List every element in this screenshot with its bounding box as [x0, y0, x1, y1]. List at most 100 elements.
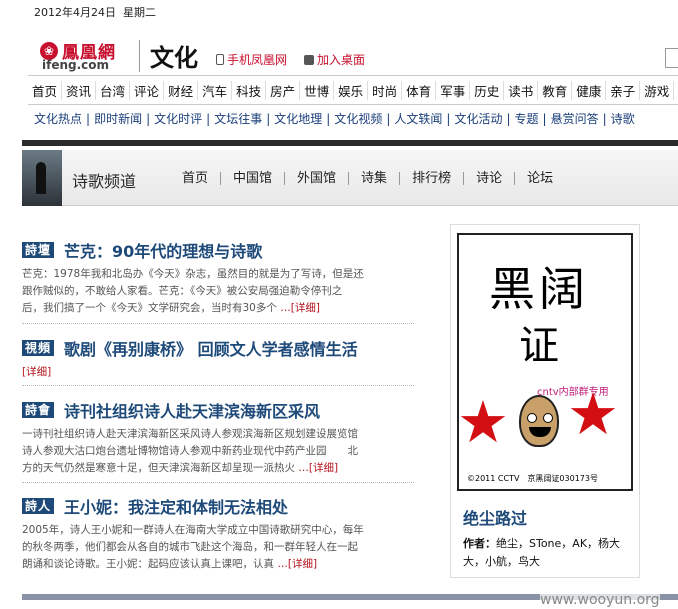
more-link[interactable]: [详细]: [22, 366, 51, 378]
article-divider: [22, 482, 414, 483]
article-divider: [22, 385, 414, 386]
logo-divider: [139, 40, 140, 72]
main-nav-item[interactable]: 时尚: [368, 80, 403, 100]
cartoon-face-icon: [519, 395, 559, 447]
article-title-link[interactable]: 歌剧《再别康桥》 回顾文人学者感情生活: [64, 336, 358, 360]
main-nav-item[interactable]: 评论: [130, 80, 165, 100]
article-item: 詩人 王小妮：我注定和体制无法相处 2005年，诗人王小妮和一群诗人在海南大学成…: [22, 494, 414, 573]
nav-separator: |: [146, 111, 151, 126]
article-tag: 詩壇: [22, 242, 55, 258]
main-nav-item[interactable]: 教育: [538, 80, 573, 100]
article-summary: 一诗刊社组织诗人赴天津滨海新区采风诗人参观滨海新区规划建设展览馆 诗人参观大沽口…: [22, 428, 358, 474]
article-tag: 詩會: [22, 402, 55, 418]
poetry-nav-item[interactable]: 排行榜: [400, 172, 465, 185]
sub-nav-item[interactable]: 文化热点: [34, 110, 82, 127]
article-summary: 2005年，诗人王小妮和一群诗人在海南大学成立中国诗歌研究中心，每年 的秋冬两季…: [22, 524, 364, 570]
red-star-icon: ★: [457, 388, 509, 456]
feature-poster-image[interactable]: 黑阔 证 cntv内部群专用 ★ ★ ©2011 CCTV 京黑阔证030173…: [457, 233, 633, 491]
sub-nav-item[interactable]: 文化地理: [274, 110, 322, 127]
poetry-banner-image: [22, 150, 62, 206]
article-title-link[interactable]: 诗刊社组织诗人赴天津滨海新区采风: [64, 398, 320, 422]
article-tag: 視頻: [22, 340, 55, 356]
poetry-nav-item[interactable]: 外国馆: [285, 172, 350, 185]
main-nav: 首页资讯台湾评论财经汽车科技房产世博娱乐时尚体育军事历史读书教育健康亲子游戏城市: [28, 75, 678, 105]
date-display: 2012年4月24日 星期二: [34, 4, 156, 20]
sub-nav-item[interactable]: 悬赏问答: [551, 110, 599, 127]
sub-nav-item[interactable]: 人文轶闻: [394, 110, 442, 127]
section-bar: [22, 140, 678, 146]
main-nav-item[interactable]: 世博: [300, 80, 335, 100]
sub-nav-item[interactable]: 文化时评: [154, 110, 202, 127]
poetry-nav-item[interactable]: 论坛: [515, 172, 565, 185]
poetry-nav-item[interactable]: 诗集: [349, 172, 401, 185]
main-nav-item[interactable]: 汽车: [198, 80, 233, 100]
logo-domain: ifeng.com: [42, 58, 110, 72]
nav-separator: |: [446, 111, 451, 126]
red-star-icon: ★: [567, 380, 619, 448]
nav-separator: |: [506, 111, 511, 126]
sub-nav-item[interactable]: 诗歌: [611, 110, 635, 127]
nav-separator: |: [86, 111, 91, 126]
nav-separator: |: [542, 111, 547, 126]
main-nav-item[interactable]: 台湾: [96, 80, 131, 100]
desktop-link-label: 加入桌面: [317, 53, 366, 67]
mobile-link-label: 手机凤凰网: [227, 53, 288, 67]
main-nav-item[interactable]: 财经: [164, 80, 199, 100]
more-link[interactable]: …[详细]: [280, 302, 320, 314]
main-nav-item[interactable]: 读书: [504, 80, 539, 100]
main-nav-item[interactable]: 健康: [572, 80, 607, 100]
desktop-link[interactable]: 加入桌面: [304, 51, 365, 68]
main-nav-item[interactable]: 体育: [402, 80, 437, 100]
main-nav-item[interactable]: 首页: [28, 80, 63, 100]
sub-nav-item[interactable]: 文坛往事: [214, 110, 262, 127]
sub-nav-item[interactable]: 专题: [515, 110, 539, 127]
article-summary: [详细]: [22, 364, 414, 381]
article-item: 視頻 歌剧《再别康桥》 回顾文人学者感情生活 [详细]: [22, 336, 414, 381]
mobile-phone-icon: [216, 54, 224, 65]
main-nav-item[interactable]: 娱乐: [334, 80, 369, 100]
poetry-nav-item[interactable]: 中国馆: [221, 172, 286, 185]
article-item: 詩會 诗刊社组织诗人赴天津滨海新区采风 一诗刊社组织诗人赴天津滨海新区采风诗人参…: [22, 398, 414, 477]
channel-title[interactable]: 文化: [150, 38, 198, 73]
sub-nav-item[interactable]: 即时新闻: [94, 110, 142, 127]
article-title-link[interactable]: 芒克：90年代的理想与诗歌: [64, 238, 262, 262]
poetry-nav-item[interactable]: 诗论: [464, 172, 516, 185]
poster-big-text: 黑阔: [489, 262, 589, 316]
ifeng-logo[interactable]: ❀ 鳳凰網 ifeng.com: [40, 38, 116, 72]
feature-title-link[interactable]: 绝尘路过: [463, 505, 527, 529]
sub-nav: 文化热点 | 即时新闻 | 文化时评 | 文坛往事 | 文化地理 | 文化视频 | 人文轶闻 | 文化活动 |…: [34, 110, 635, 127]
article-item: 詩壇 芒克：90年代的理想与诗歌 芒克：1978年我和北岛办《今天》杂志，虽然目…: [22, 238, 414, 317]
nav-separator: |: [206, 111, 211, 126]
mobile-link[interactable]: 手机凤凰网: [216, 51, 287, 68]
weekday-text: 星期二: [123, 6, 156, 19]
nav-separator: |: [386, 111, 391, 126]
main-nav-item[interactable]: 房产: [266, 80, 301, 100]
poster-mid-text: 证: [519, 323, 559, 369]
feature-authors: 作者：绝尘，STone，AK，杨大大，小航，鸟大: [463, 535, 635, 571]
main-nav-item[interactable]: 历史: [470, 80, 505, 100]
poetry-nav-item[interactable]: 首页: [182, 172, 222, 185]
more-link[interactable]: …[详细]: [298, 462, 338, 474]
nav-separator: |: [266, 111, 271, 126]
watermark-text: www.wooyun.org: [540, 592, 660, 608]
article-summary: 芒克：1978年我和北岛办《今天》杂志，虽然目的就是为了写诗，但是还 跟作贼似的…: [22, 268, 364, 314]
desktop-icon: [304, 54, 314, 65]
main-nav-item[interactable]: 资讯: [62, 80, 97, 100]
poetry-nav: 首页 中国馆 外国馆 诗集 排行榜 诗论 论坛: [182, 172, 565, 185]
authors-label: 作者：: [463, 537, 496, 550]
nav-separator: |: [326, 111, 331, 126]
article-divider: [22, 323, 414, 324]
main-nav-item[interactable]: 城市: [674, 81, 678, 100]
sidebar-feature: 黑阔 证 cntv内部群专用 ★ ★ ©2011 CCTV 京黑阔证030173…: [450, 224, 640, 578]
date-text: 2012年4月24日: [34, 6, 116, 19]
main-nav-item[interactable]: 游戏: [640, 80, 675, 100]
search-input[interactable]: [665, 48, 678, 68]
sub-nav-item[interactable]: 文化视频: [334, 110, 382, 127]
main-nav-item[interactable]: 亲子: [606, 80, 641, 100]
main-nav-item[interactable]: 科技: [232, 80, 267, 100]
main-nav-item[interactable]: 军事: [436, 80, 471, 100]
more-link[interactable]: …[详细]: [277, 558, 317, 570]
poetry-channel-title: 诗歌频道: [72, 172, 137, 191]
sub-nav-item[interactable]: 文化活动: [454, 110, 502, 127]
article-title-link[interactable]: 王小妮：我注定和体制无法相处: [64, 494, 288, 518]
